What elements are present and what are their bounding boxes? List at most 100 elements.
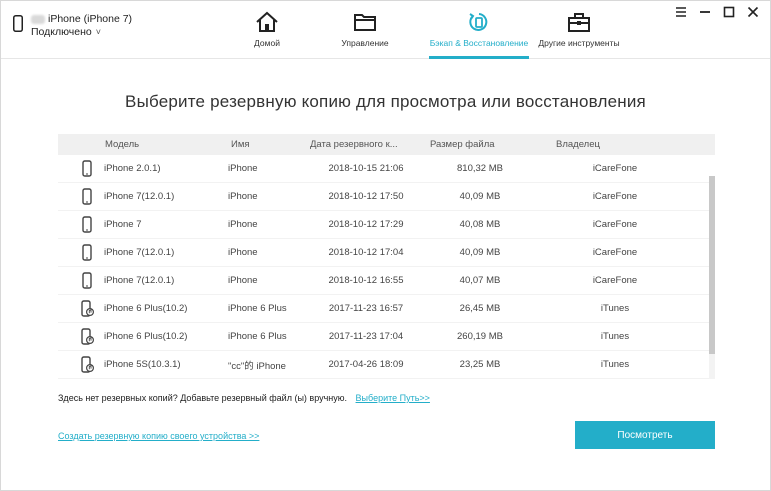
- cell-name: iPhone 6 Plus: [228, 331, 287, 342]
- folder-icon: [354, 14, 376, 31]
- cell-name: "cc"的 iPhone: [228, 360, 286, 372]
- no-backup-note: Здесь нет резервных копий? Добавьте резе…: [58, 393, 430, 403]
- table-row[interactable]: iPhone 7(12.0.1) iPhone 2018-10-12 17:50 4…: [58, 183, 715, 211]
- cell-model-text: iPhone 7: [104, 219, 142, 230]
- cell-owner: iTunes: [600, 331, 630, 342]
- col-owner-header[interactable]: Владелец: [530, 139, 700, 150]
- cell-name: iPhone: [228, 191, 258, 202]
- redacted-text: [31, 15, 45, 24]
- table-row[interactable]: iPhone 6 Plus(10.2) iPhone 6 Plus 2017-11-…: [58, 323, 715, 351]
- itunes-phone-icon: [80, 327, 104, 346]
- cell-model-text: iPhone 5S(10.3.1): [104, 359, 181, 370]
- cell-owner: iCareFone: [592, 191, 638, 202]
- title-bar: iPhone (iPhone 7) Подключено ˅ Домой Упр…: [1, 1, 770, 59]
- backup-restore-icon: [469, 13, 488, 31]
- minimize-icon[interactable]: [698, 5, 712, 19]
- scrollbar[interactable]: [709, 176, 715, 379]
- maximize-icon[interactable]: [722, 5, 736, 19]
- scrollbar-thumb[interactable]: [709, 176, 715, 354]
- cell-owner: iTunes: [600, 303, 630, 314]
- page-title: Выберите резервную копию для просмотра и…: [125, 92, 646, 111]
- cell-model: iPhone 7(12.0.1): [58, 243, 222, 262]
- tab-other-tools[interactable]: Другие инструменты: [529, 1, 629, 59]
- choose-path-link[interactable]: Выберите Путь>>: [356, 393, 430, 403]
- cell-size: 260,19 MB: [457, 331, 503, 342]
- cell-owner: iCareFone: [592, 247, 638, 258]
- cell-owner: iCareFone: [592, 219, 638, 230]
- phone-icon: [80, 271, 104, 290]
- phone-icon: [80, 187, 104, 206]
- cell-model: iPhone 7(12.0.1): [58, 271, 222, 290]
- col-model-header[interactable]: Модель: [58, 139, 222, 150]
- cell-date: 2018-10-15 21:06: [328, 163, 404, 174]
- cell-owner: iCareFone: [592, 163, 638, 174]
- col-size-header[interactable]: Размер файла: [430, 139, 530, 150]
- device-status: Подключено: [31, 26, 92, 38]
- col-name-header[interactable]: Имя: [222, 139, 302, 150]
- cell-owner: iTunes: [600, 359, 630, 370]
- cell-model: iPhone 6 Plus(10.2): [58, 327, 222, 346]
- cell-size: 40,09 MB: [459, 247, 501, 258]
- window-controls: [674, 5, 760, 19]
- tab-home[interactable]: Домой: [233, 1, 301, 59]
- cell-name: iPhone: [228, 219, 258, 230]
- table-row[interactable]: iPhone 2.0.1) iPhone 2018-10-15 21:06 810,…: [58, 155, 715, 183]
- toolbox-icon: [568, 13, 590, 32]
- table-row[interactable]: iPhone 5S(10.3.1) "cc"的 iPhone 2017-04-26 …: [58, 351, 715, 379]
- cell-model-text: iPhone 7(12.0.1): [104, 275, 175, 286]
- cell-date: 2018-10-12 17:04: [328, 247, 404, 258]
- home-icon: [256, 11, 278, 32]
- device-selector[interactable]: iPhone (iPhone 7) Подключено ˅: [13, 13, 132, 39]
- menu-icon[interactable]: [674, 5, 688, 19]
- cell-name: iPhone: [228, 247, 258, 258]
- no-backup-text: Здесь нет резервных копий? Добавьте резе…: [58, 393, 348, 403]
- chevron-down-icon[interactable]: ˅: [96, 26, 101, 39]
- cell-owner: iCareFone: [592, 275, 638, 286]
- cell-name: iPhone: [228, 163, 258, 174]
- cell-size: 40,09 MB: [459, 191, 501, 202]
- create-backup-link[interactable]: Создать резервную копию своего устройств…: [58, 431, 259, 441]
- device-name: iPhone (iPhone 7): [48, 13, 133, 25]
- tab-home-label: Домой: [254, 38, 280, 48]
- backup-table: Модель Имя Дата резервного к... Размер ф…: [58, 134, 715, 379]
- table-row[interactable]: iPhone 6 Plus(10.2) iPhone 6 Plus 2017-11-…: [58, 295, 715, 323]
- close-icon[interactable]: [746, 5, 760, 19]
- cell-date: 2018-10-12 17:50: [328, 191, 404, 202]
- phone-icon: [80, 243, 104, 262]
- phone-icon: [13, 15, 23, 32]
- table-row[interactable]: iPhone 7(12.0.1) iPhone 2018-10-12 16:55 4…: [58, 267, 715, 295]
- cell-name: iPhone: [228, 275, 258, 286]
- cell-size: 26,45 MB: [459, 303, 501, 314]
- cell-date: 2018-10-12 17:29: [328, 219, 404, 230]
- cell-size: 40,07 MB: [459, 275, 501, 286]
- tab-backup-restore-label: Бэкап & Восстановление: [429, 38, 529, 48]
- cell-date: 2017-04-26 18:09: [328, 359, 404, 370]
- cell-name: iPhone 6 Plus: [228, 303, 287, 314]
- main-nav: Домой Управление Бэкап & Восстановление: [233, 1, 629, 59]
- view-button[interactable]: Посмотреть: [575, 421, 715, 449]
- cell-date: 2018-10-12 16:55: [328, 275, 404, 286]
- phone-icon: [80, 159, 104, 178]
- cell-model-text: iPhone 2.0.1): [104, 163, 161, 174]
- cell-model-text: iPhone 7(12.0.1): [104, 247, 175, 258]
- phone-icon: [80, 215, 104, 234]
- cell-size: 23,25 MB: [459, 359, 501, 370]
- tab-other-tools-label: Другие инструменты: [538, 38, 620, 48]
- cell-model: iPhone 2.0.1): [58, 159, 222, 178]
- col-date-header[interactable]: Дата резервного к...: [302, 139, 430, 150]
- cell-date: 2017-11-23 17:04: [328, 331, 404, 342]
- table-row[interactable]: iPhone 7 iPhone 2018-10-12 17:29 40,08 MB i…: [58, 211, 715, 239]
- cell-model: iPhone 7: [58, 215, 222, 234]
- tab-manage[interactable]: Управление: [301, 1, 429, 59]
- cell-size: 40,08 MB: [459, 219, 501, 230]
- itunes-phone-icon: [80, 299, 104, 318]
- table-header: Модель Имя Дата резервного к... Размер ф…: [58, 134, 715, 155]
- cell-model-text: iPhone 7(12.0.1): [104, 191, 175, 202]
- itunes-phone-icon: [80, 355, 104, 374]
- table-row[interactable]: iPhone 7(12.0.1) iPhone 2018-10-12 17:04 4…: [58, 239, 715, 267]
- tab-backup-restore[interactable]: Бэкап & Восстановление: [429, 1, 529, 59]
- cell-model-text: iPhone 6 Plus(10.2): [104, 303, 188, 314]
- app-window: iPhone (iPhone 7) Подключено ˅ Домой Упр…: [0, 0, 771, 491]
- cell-size: 810,32 MB: [457, 163, 503, 174]
- cell-model: iPhone 6 Plus(10.2): [58, 299, 222, 318]
